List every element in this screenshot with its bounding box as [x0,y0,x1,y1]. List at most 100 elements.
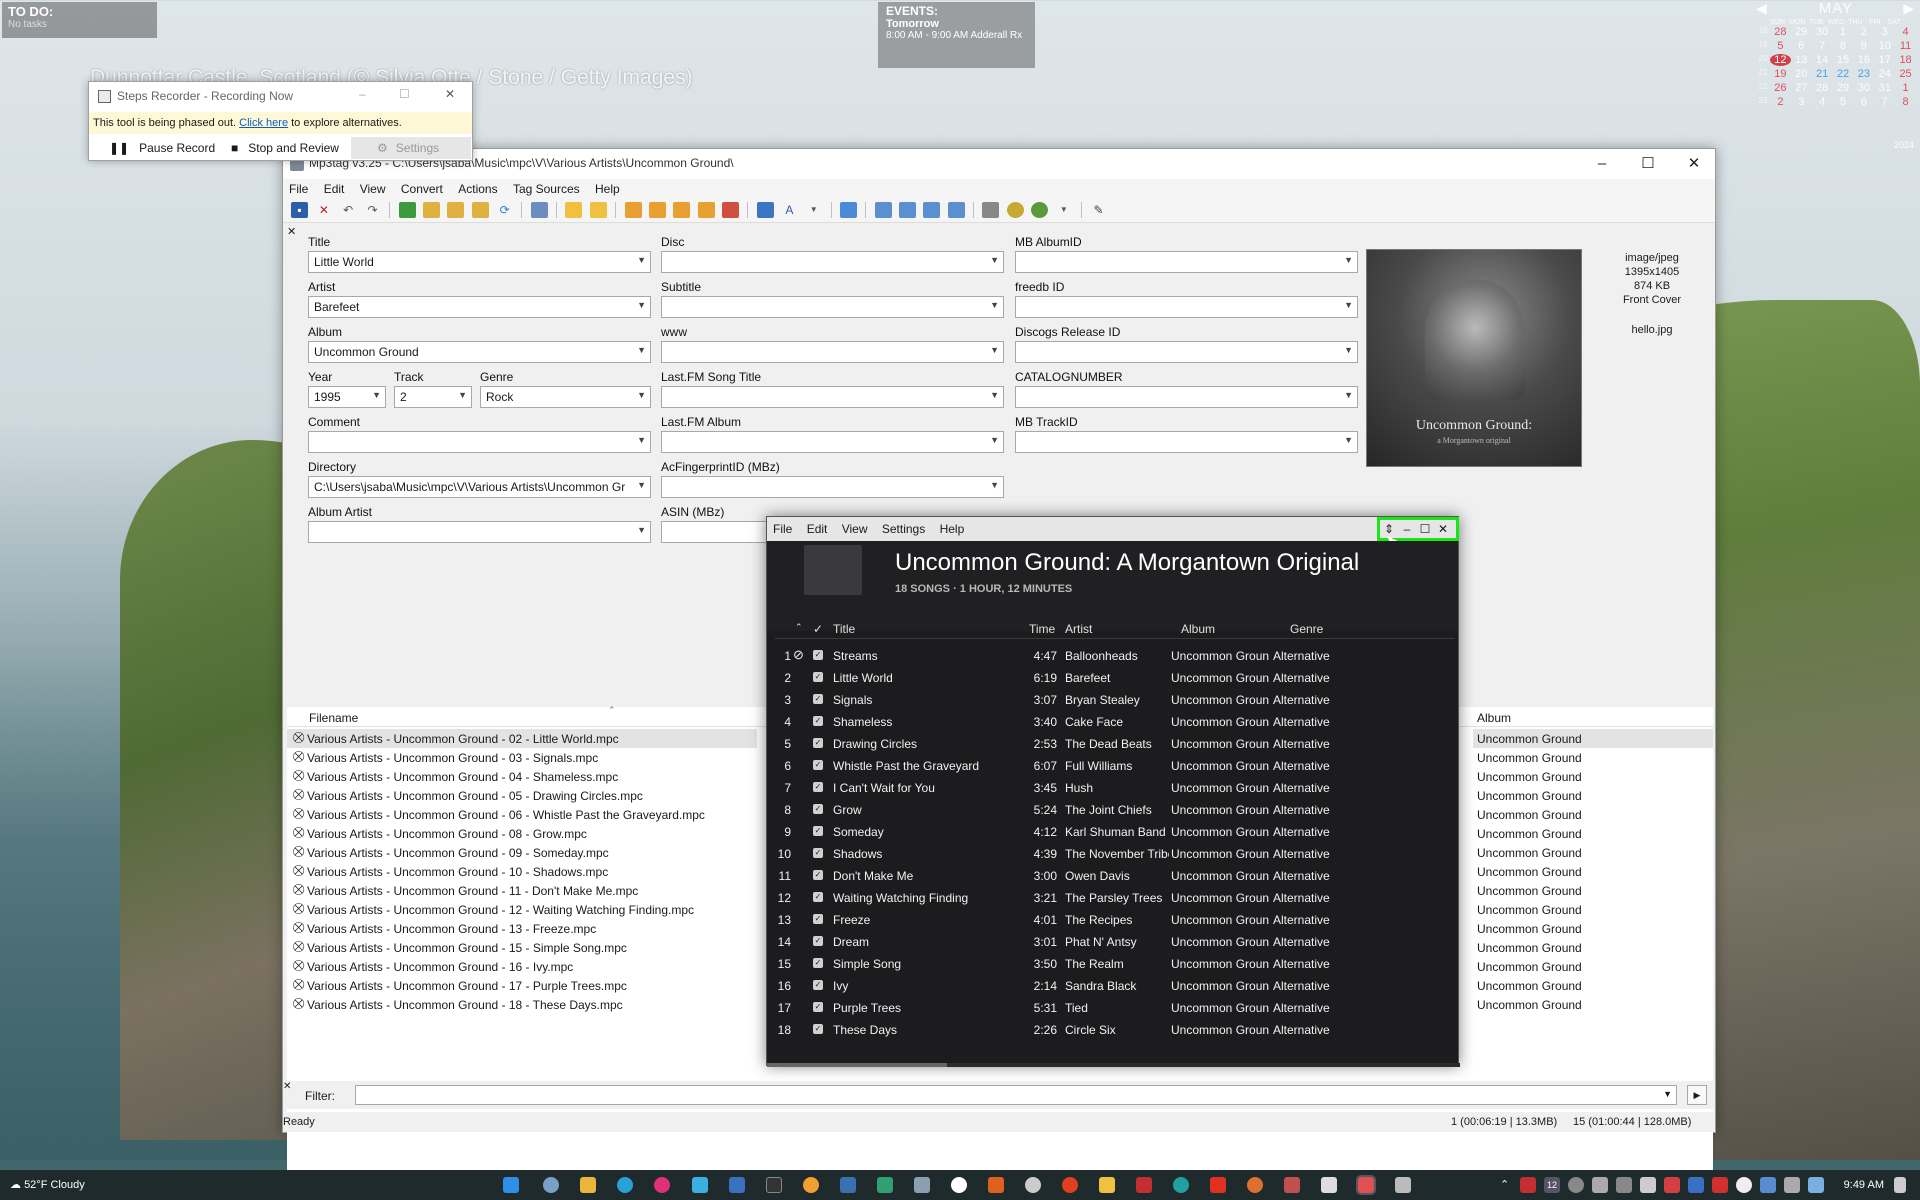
track-checkbox[interactable]: ✓ [813,892,823,902]
track-checkbox[interactable]: ✓ [813,958,823,968]
catalognumber-field[interactable]: ▼ [1015,386,1358,408]
calendar-day[interactable]: 22 [1833,68,1854,80]
calendar-day[interactable]: 11 [1895,40,1916,52]
file-album-cell[interactable]: Uncommon Ground [1473,957,1713,976]
bird-app-icon[interactable] [692,1177,708,1193]
calendar-day[interactable]: 3 [1874,26,1895,38]
track-checkbox[interactable]: ✓ [813,914,823,924]
track-row[interactable]: ✓ 2 Little World 6:19 Barefeet Uncommon Groun… [775,667,1455,689]
chevron-down-icon[interactable]: ▼ [637,300,646,310]
file-row[interactable]: ⛒ Various Artists - Uncommon Ground - 08 … [287,824,757,843]
actions-quick-icon[interactable]: A [781,202,798,218]
calendar-day[interactable]: 28 [1770,26,1791,38]
track-row[interactable]: ✓ 9 Someday 4:12 Karl Shuman Band Uncommon Gr… [775,821,1455,843]
column-header-album[interactable]: Album [1181,622,1215,636]
track-checkbox[interactable]: ✓ [813,1024,823,1034]
settings-icon[interactable] [543,1177,559,1193]
notepad-icon[interactable] [877,1177,893,1193]
file-row[interactable]: ⛒ Various Artists - Uncommon Ground - 03 … [287,748,757,767]
track-checkbox[interactable]: ✓ [813,1002,823,1012]
export-icon[interactable] [874,202,892,218]
calendar-day[interactable]: 18 [1895,54,1916,66]
calendar-day[interactable]: 14 [1812,54,1833,66]
calendar-day[interactable]: 19 [1770,68,1791,80]
document-icon[interactable] [914,1177,930,1193]
tray-app-icon[interactable] [1712,1177,1728,1193]
calendar-day[interactable]: 5 [1833,96,1854,108]
playlist-icon[interactable] [898,202,916,218]
track-row[interactable]: ✓ 12 Waiting Watching Finding 3:21 The Parsl… [775,887,1455,909]
column-header-time[interactable]: Time [1029,622,1055,636]
filter-close-icon[interactable]: ✕ [283,1081,291,1092]
open-folder-icon[interactable] [447,202,465,218]
track-checkbox[interactable]: ✓ [813,716,823,726]
calendar-day[interactable]: 29 [1791,26,1812,38]
chevron-down-icon[interactable]: ▼ [990,435,999,445]
close-button[interactable]: ✕ [1434,520,1452,538]
tool-icon[interactable] [988,1177,1004,1193]
calendar-widget[interactable]: ◀ MAY ▶ SUN MON TUE WED THU FRI SAT 18 28… [1752,0,1920,155]
steps-recorder-window[interactable]: Steps Recorder - Recording Now – ☐ ✕ Thi… [88,81,473,161]
calendar-day[interactable]: 15 [1833,54,1854,66]
convert-filename-tag-icon[interactable] [648,202,666,218]
year-field[interactable]: 1995 ▼ [308,386,386,408]
tray-app-icon[interactable] [1568,1177,1584,1193]
calendar-day[interactable]: 31 [1874,82,1895,94]
menu-view[interactable]: View [354,179,392,196]
tag-sources-icon[interactable] [982,202,1000,218]
menu-file[interactable]: File [283,179,314,196]
chevron-down-icon[interactable]: ▼ [637,255,646,265]
copy-tag-icon[interactable] [565,202,583,218]
player-horizontal-scrollbar[interactable] [767,1063,1460,1067]
calendar-day[interactable]: 27 [1791,82,1812,94]
file-row[interactable]: ⛒ Various Artists - Uncommon Ground - 06 … [287,805,757,824]
web-sources-dropdown-icon[interactable]: ▼ [1055,202,1072,218]
www-field[interactable]: ▼ [661,341,1004,363]
calendar-day[interactable]: 8 [1833,40,1854,52]
chevron-down-icon[interactable]: ▼ [990,300,999,310]
filter-input[interactable]: ▼ [355,1085,1677,1105]
acfingerprint-field[interactable]: ▼ [661,476,1004,498]
column-header-artist[interactable]: Artist [1065,622,1092,636]
actions-icon[interactable] [756,202,774,218]
lastfm-album-field[interactable]: ▼ [661,431,1004,453]
calendar-day[interactable]: 17 [1874,54,1895,66]
chevron-down-icon[interactable]: ▼ [458,390,467,400]
file-album-cell[interactable]: Uncommon Ground [1473,729,1713,748]
media-app-icon[interactable] [654,1177,670,1193]
calendar-day[interactable]: 5 [1770,40,1791,52]
case-conversion-icon[interactable] [947,202,965,218]
search-tool-icon[interactable] [1210,1177,1226,1193]
track-row[interactable]: ✓ 13 Freeze 4:01 The Recipes Uncommon Groun..… [775,909,1455,931]
chevron-down-icon[interactable]: ▼ [990,390,999,400]
calendar-day[interactable]: 6 [1853,96,1874,108]
calendar-day[interactable]: 1 [1895,82,1916,94]
track-row[interactable]: ✓ 7 I Can't Wait for You 3:45 Hush Uncommon G… [775,777,1455,799]
album-field[interactable]: Uncommon Ground ▼ [308,341,651,363]
chevron-down-icon[interactable]: ▼ [637,345,646,355]
minimize-button[interactable]: – [359,87,366,101]
track-row[interactable]: ✓ 18 These Days 2:26 Circle Six Uncommon Grou… [775,1019,1455,1041]
actions-dropdown-icon[interactable]: ▼ [805,202,822,218]
file-album-cell[interactable]: Uncommon Ground [1473,919,1713,938]
player-menu-settings[interactable]: Settings [876,517,930,536]
calendar-day[interactable]: 1 [1833,26,1854,38]
track-row[interactable]: ✓ 10 Shadows 4:39 The November Tribe Uncommon… [775,843,1455,865]
file-row[interactable]: ⛒ Various Artists - Uncommon Ground - 18 … [287,995,757,1014]
file-row[interactable]: ⛒ Various Artists - Uncommon Ground - 04 … [287,767,757,786]
track-row[interactable]: ✓ 8 Grow 5:24 The Joint Chiefs Uncommon Groun… [775,799,1455,821]
track-checkbox[interactable]: ✓ [813,694,823,704]
tray-app-icon[interactable] [1736,1177,1752,1193]
remove-tag-icon[interactable]: ✕ [315,202,332,218]
calendar-day[interactable]: 20 [1791,68,1812,80]
disc-field[interactable]: ▼ [661,251,1004,273]
player-menu-help[interactable]: Help [934,517,970,536]
extended-tags-icon[interactable] [839,202,857,218]
calendar-day[interactable]: 6 [1791,40,1812,52]
file-album-cell[interactable]: Uncommon Ground [1473,900,1713,919]
globe-icon[interactable] [1025,1177,1041,1193]
add-directory-icon[interactable] [423,202,441,218]
calendar-next-icon[interactable]: ▶ [1903,0,1914,17]
chevron-down-icon[interactable]: ▼ [1344,345,1353,355]
web-sources-icon[interactable] [1006,202,1024,218]
